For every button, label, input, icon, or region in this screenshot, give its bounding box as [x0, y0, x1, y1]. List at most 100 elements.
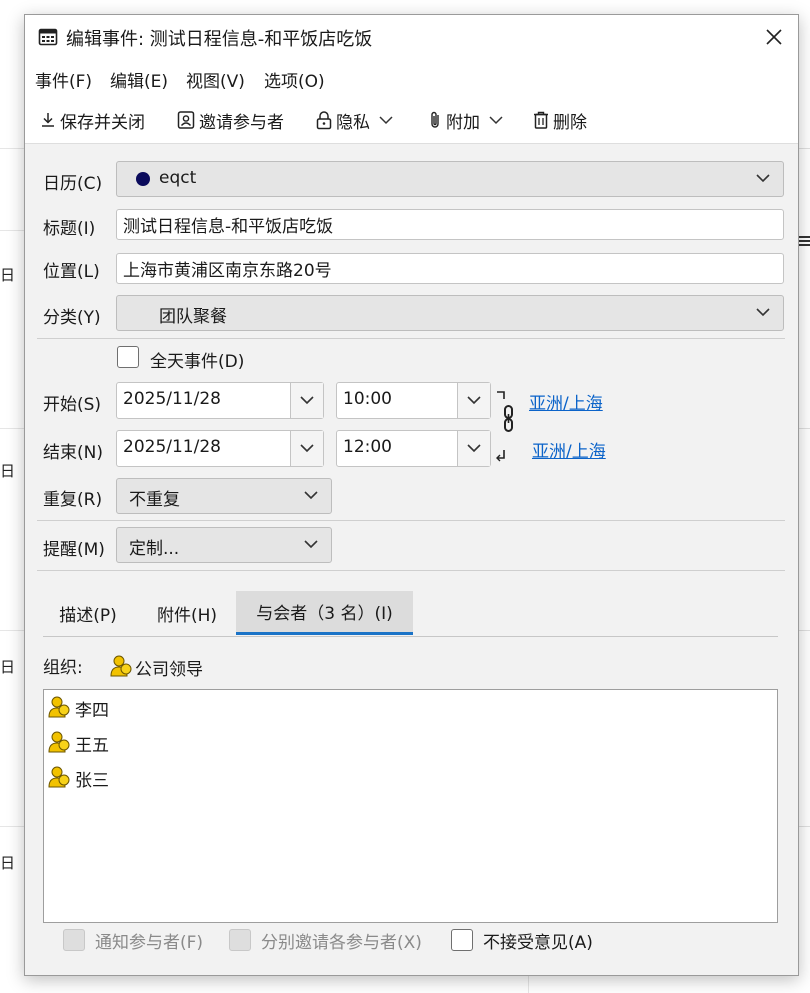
- attendee-item[interactable]: 李四: [47, 694, 109, 722]
- paperclip-icon: [431, 111, 439, 128]
- location-label: 位置(L): [43, 262, 100, 282]
- download-icon: [42, 113, 54, 127]
- chevron-down-icon: [756, 308, 770, 317]
- end-time-value: 12:00: [343, 437, 392, 457]
- chevron-down-icon: [304, 540, 318, 549]
- calendar-select[interactable]: eqct: [116, 161, 784, 197]
- chevron-down-icon: [489, 116, 503, 125]
- save-close-label: 保存并关闭: [60, 112, 145, 133]
- repeat-value: 不重复: [129, 490, 180, 510]
- category-select[interactable]: 团队聚餐: [116, 295, 784, 331]
- calendar-value: eqct: [159, 168, 197, 188]
- person-icon: [110, 655, 132, 677]
- menu-view[interactable]: 视图(V): [184, 65, 247, 94]
- organizer[interactable]: 公司领导: [109, 653, 203, 681]
- link-times-icon[interactable]: [493, 387, 513, 465]
- reminder-select[interactable]: 定制...: [116, 527, 332, 563]
- tab-attendees[interactable]: 与会者（3 名）(I): [236, 591, 413, 635]
- end-time-dropdown[interactable]: [457, 431, 490, 466]
- menu-event[interactable]: 事件(F): [33, 65, 94, 94]
- person-icon: [48, 731, 70, 753]
- category-value: 团队聚餐: [159, 307, 227, 327]
- invite-button[interactable]: 邀请参与者: [176, 107, 284, 133]
- start-date-dropdown[interactable]: [290, 383, 323, 418]
- attach-button[interactable]: 附加: [427, 107, 507, 133]
- person-icon: [48, 766, 70, 788]
- edit-event-dialog: 编辑事件: 测试日程信息-和平饭店吃饭 事件(F) 编辑(E) 视图(V) 选项…: [24, 14, 799, 976]
- separator: [37, 570, 785, 571]
- location-input[interactable]: 上海市黄浦区南京东路20号: [116, 253, 784, 284]
- allday-checkbox[interactable]: [117, 346, 139, 368]
- start-date-picker[interactable]: 2025/11/28: [116, 382, 324, 419]
- attendee-item[interactable]: 张三: [47, 764, 109, 792]
- end-time-picker[interactable]: 12:00: [336, 430, 491, 467]
- separator: [37, 338, 785, 339]
- trash-icon: [534, 111, 548, 129]
- chevron-down-icon: [300, 396, 314, 405]
- lock-icon: [316, 111, 332, 130]
- notify-attendees-checkbox[interactable]: [63, 929, 85, 951]
- toolbar: 保存并关闭 邀请参与者 隐私 附加 删除: [25, 97, 798, 144]
- bg-divider: [0, 230, 24, 231]
- chevron-down-icon: [304, 491, 318, 500]
- title-bar: 编辑事件: 测试日程信息-和平饭店吃饭: [25, 15, 798, 59]
- disallow-counter-option[interactable]: 不接受意见(A): [451, 927, 593, 953]
- bg-divider: [0, 148, 24, 149]
- bg-day-label: 日: [0, 658, 16, 676]
- reminder-label: 提醒(M): [43, 540, 105, 560]
- end-date-picker[interactable]: 2025/11/28: [116, 430, 324, 467]
- attendee-name: 李四: [75, 700, 109, 721]
- delete-label: 删除: [553, 112, 587, 133]
- tab-description[interactable]: 描述(P): [43, 591, 133, 635]
- bg-menu-icon: [799, 236, 810, 246]
- tab-attachments[interactable]: 附件(H): [143, 591, 231, 635]
- notify-attendees-option[interactable]: 通知参与者(F): [63, 927, 203, 953]
- separate-invitation-option[interactable]: 分别邀请各参与者(X): [229, 927, 422, 953]
- bg-day-label: 日: [0, 854, 16, 872]
- attach-label: 附加: [446, 112, 480, 133]
- privacy-button[interactable]: 隐私: [315, 107, 397, 133]
- organizer-label: 组织:: [43, 658, 83, 678]
- end-date-value: 2025/11/28: [123, 437, 221, 457]
- end-label: 结束(N): [43, 443, 103, 463]
- start-time-dropdown[interactable]: [457, 383, 490, 418]
- privacy-label: 隐私: [336, 112, 370, 133]
- reminder-value: 定制...: [129, 539, 180, 559]
- menu-edit[interactable]: 编辑(E): [108, 65, 170, 94]
- title-label: 标题(I): [43, 219, 96, 239]
- separator: [37, 520, 785, 521]
- repeat-select[interactable]: 不重复: [116, 478, 332, 514]
- attendee-item[interactable]: 王五: [47, 729, 109, 757]
- bg-divider: [0, 630, 24, 631]
- separate-invitation-checkbox[interactable]: [229, 929, 251, 951]
- chevron-down-icon: [300, 444, 314, 453]
- separate-invitation-label: 分别邀请各参与者(X): [261, 932, 422, 953]
- chevron-down-icon: [379, 116, 393, 125]
- close-icon[interactable]: [762, 25, 786, 49]
- title-input[interactable]: 测试日程信息-和平饭店吃饭: [116, 209, 784, 240]
- start-timezone-link[interactable]: 亚洲/上海: [529, 389, 603, 414]
- allday-label: 全天事件(D): [150, 352, 245, 372]
- address-book-icon: [177, 111, 195, 129]
- chevron-down-icon: [467, 444, 481, 453]
- disallow-counter-checkbox[interactable]: [451, 929, 473, 951]
- organizer-name: 公司领导: [135, 659, 203, 680]
- attendee-list[interactable]: 李四 王五 张三: [43, 689, 778, 923]
- bg-day-label: 日: [0, 266, 16, 284]
- end-date-dropdown[interactable]: [290, 431, 323, 466]
- bg-divider: [0, 826, 24, 827]
- bg-divider: [528, 976, 529, 993]
- detail-tabs: 描述(P) 附件(H) 与会者（3 名）(I): [43, 591, 778, 637]
- attendee-name: 王五: [75, 735, 109, 756]
- category-label: 分类(Y): [43, 308, 101, 328]
- end-timezone-link[interactable]: 亚洲/上海: [532, 437, 606, 462]
- start-date-value: 2025/11/28: [123, 389, 221, 409]
- start-time-picker[interactable]: 10:00: [336, 382, 491, 419]
- calendar-label: 日历(C): [43, 174, 103, 194]
- delete-button[interactable]: 删除: [532, 107, 587, 133]
- menu-bar: 事件(F) 编辑(E) 视图(V) 选项(O): [25, 59, 798, 97]
- save-close-button[interactable]: 保存并关闭: [39, 107, 145, 133]
- calendar-color-dot: [136, 172, 150, 186]
- menu-options[interactable]: 选项(O): [262, 65, 327, 94]
- chevron-down-icon: [467, 396, 481, 405]
